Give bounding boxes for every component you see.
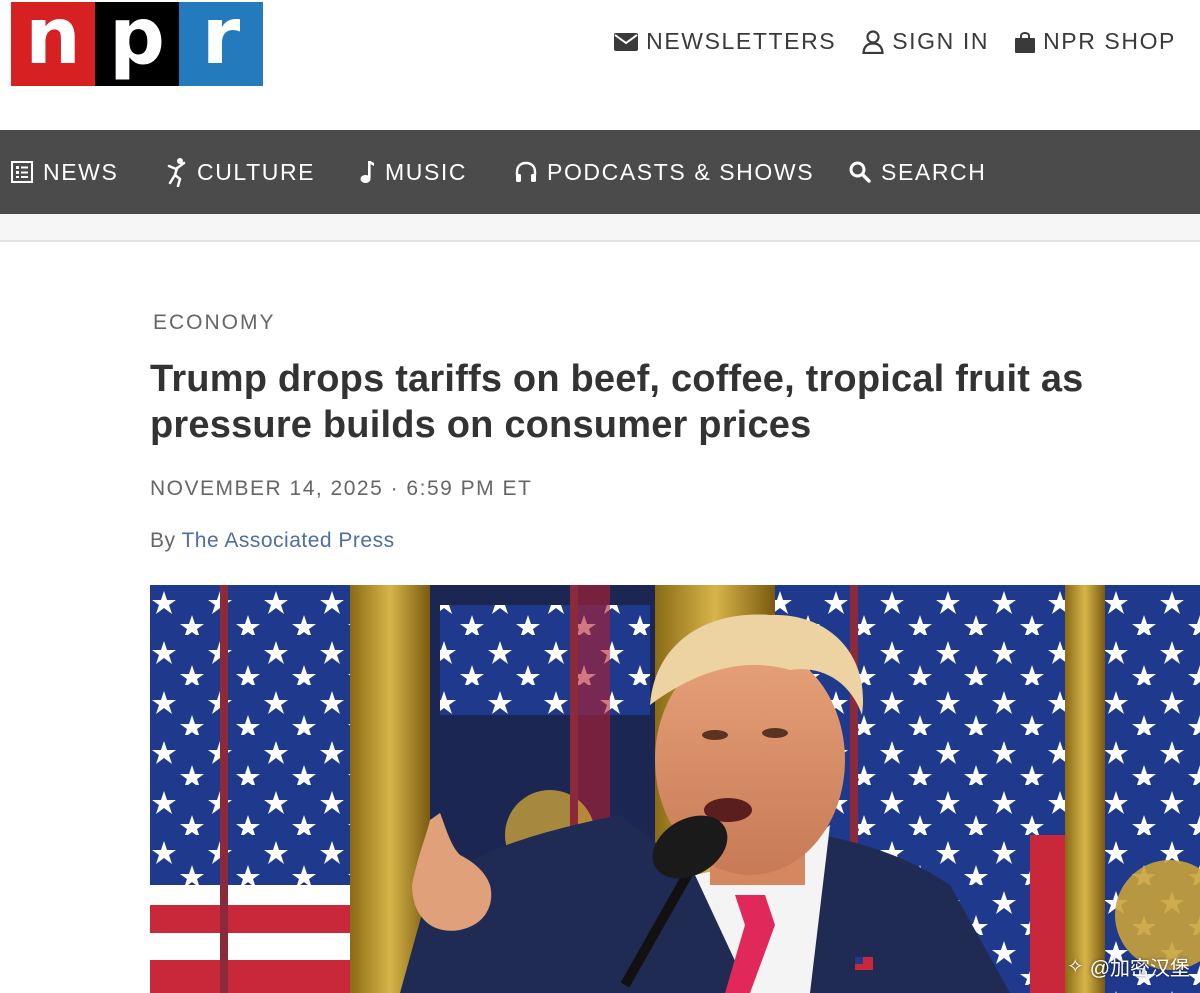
nav-label-news: NEWS [43,158,119,185]
nav-label-music: MUSIC [385,158,468,185]
nav-label-podcasts-shows: PODCASTS & SHOWS [547,158,815,185]
news-list-icon [11,161,33,183]
main-nav: NEWS CULTURE MUSIC PODCASTS & SHOWS SEAR… [0,130,1200,214]
site-header: n p r NEWSLETTERS SIGN IN NPR SHOP [0,0,1200,130]
newsletters-label: NEWSLETTERS [646,28,837,54]
byline-prefix: By [150,529,176,552]
lead-photo-illustration [150,585,1200,993]
nav-label-search: SEARCH [881,158,987,185]
watermark-icon: ✧ [1066,956,1084,978]
envelope-icon [614,32,639,51]
shopping-bag-icon [1015,31,1036,53]
nav-item-music[interactable]: MUSIC [359,130,467,214]
npr-shop-link[interactable]: NPR SHOP [1015,28,1176,55]
nav-item-news[interactable]: NEWS [11,130,118,214]
search-icon [849,161,871,183]
music-note-icon [360,161,374,183]
npr-logo[interactable]: n p r [11,0,263,86]
npr-shop-label: NPR SHOP [1043,28,1176,54]
user-icon [862,29,884,54]
logo-letter-n: n [25,0,81,82]
sign-in-link[interactable]: SIGN IN [862,28,989,55]
logo-block-r: r [179,0,263,86]
dancer-icon [167,158,186,187]
section-slug[interactable]: ECONOMY [153,311,276,335]
logo-letter-p: p [109,0,165,82]
lead-photo: ✧ @加密汉堡 [150,585,1200,993]
sign-in-label: SIGN IN [892,28,990,54]
nav-label-culture: CULTURE [197,158,316,185]
author-link[interactable]: The Associated Press [181,529,394,552]
nav-item-culture[interactable]: CULTURE [167,130,315,214]
nav-item-podcasts-shows[interactable]: PODCASTS & SHOWS [515,130,814,214]
sub-nav-bar [0,214,1200,242]
newsletters-link[interactable]: NEWSLETTERS [614,28,836,55]
logo-block-p: p [95,0,179,86]
logo-block-n: n [11,0,95,86]
utility-nav: NEWSLETTERS SIGN IN NPR SHOP [614,28,1176,55]
article-dateline: NOVEMBER 14, 2025 · 6:59 PM ET [150,477,533,500]
headphones-icon [515,161,537,182]
article-headline: Trump drops tariffs on beef, coffee, tro… [150,358,1084,446]
watermark: ✧ @加密汉堡 [1067,952,1190,981]
logo-letter-r: r [201,0,241,82]
nav-item-search[interactable]: SEARCH [849,130,986,214]
article-byline: By The Associated Press [150,529,395,553]
watermark-text: @加密汉堡 [1089,958,1190,980]
